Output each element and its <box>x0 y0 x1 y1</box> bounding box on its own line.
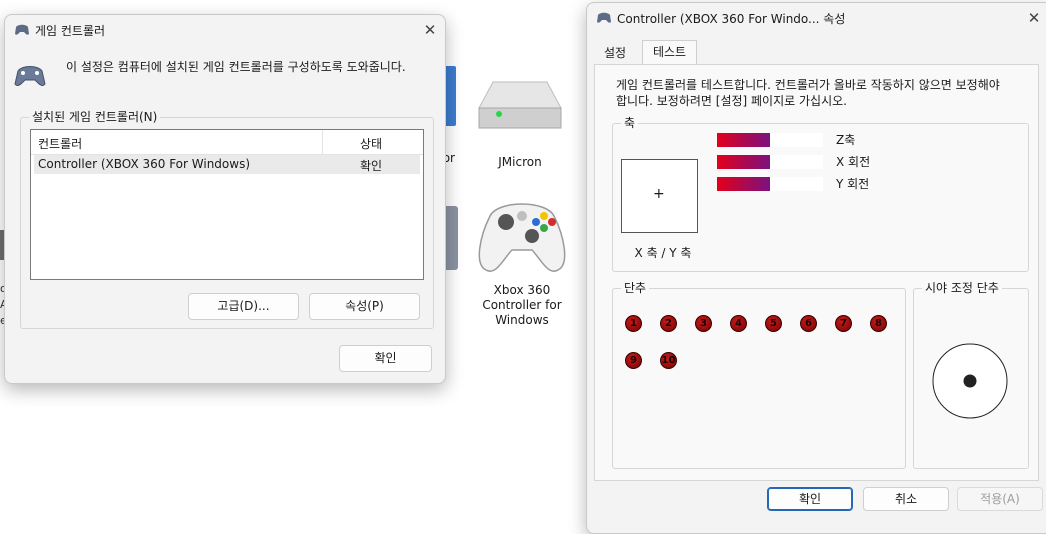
button-indicator-9: 9 <box>625 352 642 369</box>
list-header: 컨트롤러 상태 <box>31 130 423 155</box>
gamepad-icon <box>15 24 29 35</box>
row-controller-name: Controller (XBOX 360 For Windows) <box>38 157 251 171</box>
device-xbox-label-1: Xbox 360 <box>493 283 551 297</box>
button-indicator-4: 4 <box>730 315 747 332</box>
game-controllers-title: 게임 컨트롤러 <box>35 24 106 38</box>
buttons-group-label: 단추 <box>621 281 650 295</box>
row-status: 확인 <box>359 159 383 173</box>
button-indicator-8: 8 <box>870 315 887 332</box>
button-indicator-1: 1 <box>625 315 642 332</box>
properties-titlebar[interactable]: Controller (XBOX 360 For Windo... 속성 ✕ <box>587 3 1046 33</box>
tab-test[interactable]: 테스트 <box>642 40 697 64</box>
axis-bar-3 <box>717 177 823 191</box>
cancel-button[interactable]: 취소 <box>863 487 949 511</box>
ok-button[interactable]: 확인 <box>767 487 853 511</box>
axis-bar-2 <box>717 155 823 169</box>
test-description-line-2: 합니다. 보정하려면 [설정] 페이지로 가십시오. <box>616 94 847 108</box>
axis-bar-1 <box>717 133 823 147</box>
test-tab-panel: 게임 컨트롤러를 테스트합니다. 컨트롤러가 올바로 작동하지 않으면 보정해야… <box>594 64 1039 481</box>
axis-bar-fill <box>717 133 770 147</box>
pov-indicator <box>932 343 1008 419</box>
device-xbox-controller[interactable]: Xbox 360 Controller for Windows <box>466 186 578 328</box>
button-indicator-6: 6 <box>800 315 817 332</box>
game-controllers-titlebar[interactable]: 게임 컨트롤러 ✕ <box>5 15 445 45</box>
game-controllers-window: 게임 컨트롤러 ✕ 이 설정은 컴퓨터에 설치된 게임 컨트롤러를 구성하도록 … <box>4 14 446 384</box>
properties-title: Controller (XBOX 360 For Windo... 속성 <box>617 12 846 26</box>
axis-bar-label: Z축 <box>836 133 856 147</box>
game-controllers-description: 이 설정은 컴퓨터에 설치된 게임 컨트롤러를 구성하도록 도와줍니다. <box>66 60 406 74</box>
gamepad-icon <box>597 12 611 23</box>
installed-controllers-label: 설치된 게임 컨트롤러(N) <box>29 110 161 124</box>
button-indicator-2: 2 <box>660 315 677 332</box>
xy-axis-label: X 축 / Y 축 <box>634 246 692 260</box>
axis-bar-label: X 회전 <box>836 155 871 169</box>
axis-bar-fill <box>717 155 770 169</box>
xy-axis-box: + <box>621 159 698 233</box>
controller-icon <box>14 66 46 86</box>
column-controller[interactable]: 컨트롤러 <box>38 135 82 152</box>
axis-bar-fill <box>717 177 770 191</box>
device-jmicron[interactable]: JMicron <box>470 78 570 170</box>
ok-button[interactable]: 확인 <box>339 345 432 372</box>
button-indicator-5: 5 <box>765 315 782 332</box>
button-indicator-7: 7 <box>835 315 852 332</box>
crosshair-icon: + <box>653 186 665 202</box>
pov-group: 시야 조정 단추 <box>913 281 1029 469</box>
close-icon[interactable]: ✕ <box>1025 9 1043 27</box>
column-status[interactable]: 상태 <box>323 135 419 152</box>
axis-bar-label: Y 회전 <box>836 177 870 191</box>
device-xbox-label-2: Controller for <box>482 298 562 312</box>
properties-button[interactable]: 속성(P) <box>309 293 420 320</box>
gamepad-icon <box>478 203 566 272</box>
controllers-list[interactable]: 컨트롤러 상태 Controller (XBOX 360 For Windows… <box>30 129 424 280</box>
axes-group-label: 축 <box>621 116 639 130</box>
close-icon[interactable]: ✕ <box>421 21 439 39</box>
test-description-line-1: 게임 컨트롤러를 테스트합니다. 컨트롤러가 올바로 작동하지 않으면 보정해야 <box>616 78 1000 92</box>
tab-settings[interactable]: 설정 <box>594 43 636 64</box>
button-indicator-10: 10 <box>660 352 677 369</box>
axes-group: 축 + X 축 / Y 축 Z축 X 회전 Y 회전 <box>612 116 1029 272</box>
advanced-button[interactable]: 고급(D)... <box>188 293 299 320</box>
device-xbox-label-3: Windows <box>495 313 549 327</box>
button-indicator-3: 3 <box>695 315 712 332</box>
device-jmicron-label: JMicron <box>498 155 542 169</box>
pov-group-label: 시야 조정 단추 <box>922 281 1002 295</box>
table-row[interactable]: Controller (XBOX 360 For Windows) 확인 <box>34 155 420 174</box>
drive-icon <box>478 81 562 129</box>
apply-button[interactable]: 적용(A) <box>957 487 1043 511</box>
buttons-group: 단추 1 2 3 4 5 6 7 8 9 10 <box>612 281 906 469</box>
tab-strip: 설정 테스트 <box>594 40 1039 64</box>
controller-properties-window: Controller (XBOX 360 For Windo... 속성 ✕ 설… <box>586 2 1046 534</box>
